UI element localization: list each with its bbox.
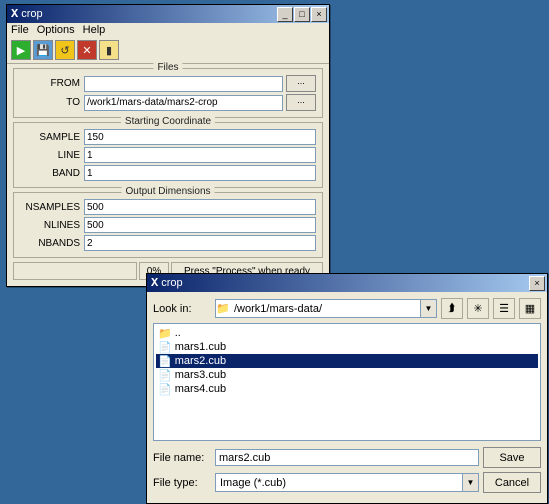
- menu-help[interactable]: Help: [83, 24, 106, 36]
- list-item[interactable]: 📄mars1.cub: [156, 340, 538, 354]
- close-button[interactable]: ×: [311, 7, 327, 22]
- line-input[interactable]: [84, 147, 316, 163]
- app-icon: X: [151, 276, 158, 290]
- filename-input[interactable]: [215, 449, 479, 466]
- reset-tool-button[interactable]: ↺: [55, 40, 75, 60]
- window-title: crop: [21, 8, 42, 20]
- nlines-label: NLINES: [20, 220, 84, 231]
- menubar: File Options Help: [7, 23, 329, 37]
- line-label: LINE: [20, 150, 84, 161]
- stop-tool-button[interactable]: ✕: [77, 40, 97, 60]
- section-label: Files: [153, 62, 182, 73]
- from-browse-button[interactable]: ...: [286, 75, 316, 92]
- file-name: mars2.cub: [175, 355, 226, 367]
- filetype-combo[interactable]: Image (*.cub) ▼: [215, 473, 479, 492]
- save-button[interactable]: Save: [483, 447, 541, 468]
- titlebar: X crop _ □ ×: [7, 5, 329, 23]
- minimize-button[interactable]: _: [277, 7, 293, 22]
- up-folder-button[interactable]: ⮭: [441, 298, 463, 319]
- log-tool-button[interactable]: ▮: [99, 40, 119, 60]
- sample-label: SAMPLE: [20, 132, 84, 143]
- app-icon: X: [11, 7, 18, 21]
- window-title: crop: [161, 277, 182, 289]
- band-label: BAND: [20, 168, 84, 179]
- menu-file[interactable]: File: [11, 24, 29, 36]
- nlines-input[interactable]: [84, 217, 316, 233]
- list-view-button[interactable]: ☰: [493, 298, 515, 319]
- file-name: mars1.cub: [175, 341, 226, 353]
- crop-main-window: X crop _ □ × File Options Help ▶ 💾 ↺ ✕ ▮…: [6, 4, 330, 287]
- lookin-label: Look in:: [153, 303, 211, 315]
- band-input[interactable]: [84, 165, 316, 181]
- file-icon: 📄: [158, 383, 172, 396]
- to-input[interactable]: [84, 95, 283, 111]
- close-button[interactable]: ×: [529, 276, 545, 291]
- file-dialog-window: X crop × Look in: 📁 /work1/mars-data/ ▼ …: [146, 273, 548, 504]
- nbands-input[interactable]: [84, 235, 316, 251]
- to-label: TO: [20, 97, 84, 108]
- menu-options[interactable]: Options: [37, 24, 75, 36]
- output-dimensions-section: Output Dimensions NSAMPLES NLINES NBANDS: [13, 192, 323, 258]
- lookin-value: /work1/mars-data/: [230, 300, 420, 317]
- file-name: mars3.cub: [175, 369, 226, 381]
- file-list[interactable]: 📁..📄mars1.cub📄mars2.cub📄mars3.cub📄mars4.…: [153, 323, 541, 441]
- from-label: FROM: [20, 78, 84, 89]
- starting-coordinate-section: Starting Coordinate SAMPLE LINE BAND: [13, 122, 323, 188]
- file-icon: 📄: [158, 355, 172, 368]
- file-name: ..: [175, 327, 181, 339]
- file-icon: 📄: [158, 369, 172, 382]
- folder-icon: 📁: [216, 300, 230, 317]
- chevron-down-icon[interactable]: ▼: [420, 300, 436, 317]
- nsamples-label: NSAMPLES: [20, 202, 84, 213]
- list-item[interactable]: 📄mars4.cub: [156, 382, 538, 396]
- files-section: Files FROM ... TO ...: [13, 68, 323, 118]
- filetype-label: File type:: [153, 477, 211, 489]
- nbands-label: NBANDS: [20, 238, 84, 249]
- maximize-button[interactable]: □: [294, 7, 310, 22]
- process-button[interactable]: ▶: [11, 40, 31, 60]
- section-label: Output Dimensions: [121, 186, 214, 197]
- file-name: mars4.cub: [175, 383, 226, 395]
- filetype-value: Image (*.cub): [216, 474, 462, 491]
- to-browse-button[interactable]: ...: [286, 94, 316, 111]
- file-icon: 📄: [158, 341, 172, 354]
- save-tool-button[interactable]: 💾: [33, 40, 53, 60]
- titlebar: X crop ×: [147, 274, 547, 292]
- list-item[interactable]: 📁..: [156, 326, 538, 340]
- section-label: Starting Coordinate: [121, 116, 215, 127]
- sample-input[interactable]: [84, 129, 316, 145]
- folder-up-icon: 📁: [158, 327, 172, 340]
- lookin-combo[interactable]: 📁 /work1/mars-data/ ▼: [215, 299, 437, 318]
- new-folder-button[interactable]: ✳: [467, 298, 489, 319]
- list-item[interactable]: 📄mars2.cub: [156, 354, 538, 368]
- list-item[interactable]: 📄mars3.cub: [156, 368, 538, 382]
- chevron-down-icon[interactable]: ▼: [462, 474, 478, 491]
- detail-view-button[interactable]: ▦: [519, 298, 541, 319]
- from-input[interactable]: [84, 76, 283, 92]
- progress-bar: [13, 262, 137, 280]
- cancel-button[interactable]: Cancel: [483, 472, 541, 493]
- nsamples-input[interactable]: [84, 199, 316, 215]
- filename-label: File name:: [153, 452, 211, 464]
- toolbar: ▶ 💾 ↺ ✕ ▮: [7, 37, 329, 64]
